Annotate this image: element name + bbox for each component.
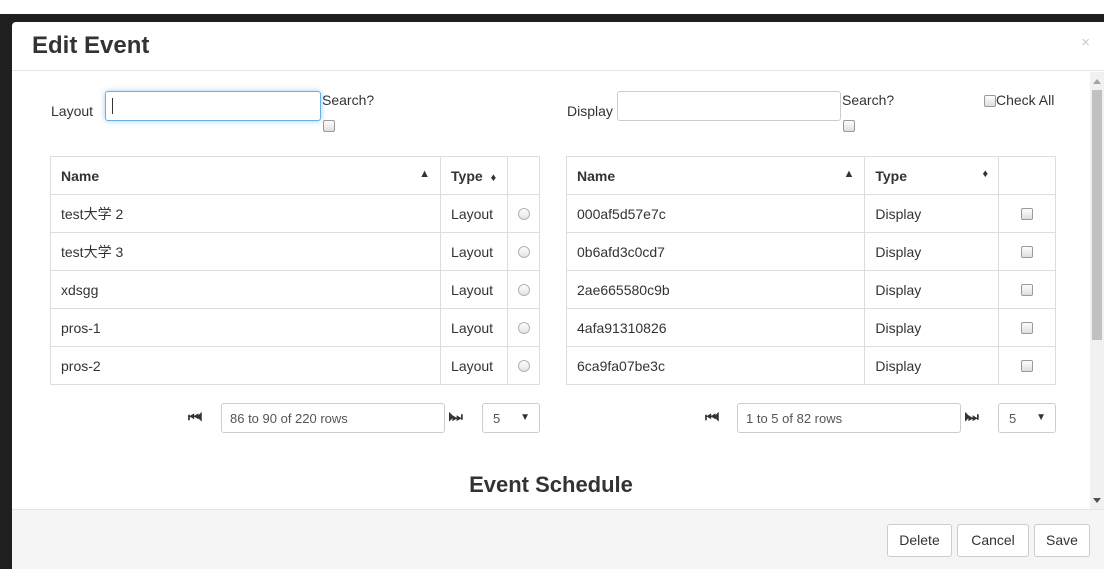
column-header-type-label: Type bbox=[451, 167, 483, 184]
first-prev-page-icon[interactable]: ⏮⏴ bbox=[188, 410, 203, 425]
table-row[interactable]: 2ae665580c9b Display bbox=[565, 270, 1056, 309]
row-select-checkbox[interactable] bbox=[1021, 283, 1034, 296]
edit-event-modal: Edit Event × Layout Search? Name ▲ Type … bbox=[12, 22, 1104, 569]
table-row[interactable]: 0b6afd3c0cd7 Display bbox=[565, 232, 1056, 271]
modal-header: Edit Event × bbox=[12, 22, 1104, 71]
modal-scrollbar[interactable] bbox=[1090, 72, 1104, 509]
table-row[interactable]: pros-1 Layout bbox=[49, 308, 540, 347]
display-type-cell: Display bbox=[864, 270, 1000, 309]
layout-table: Name ▲ Type ♦ test大学 2 Layout test大学 3 L… bbox=[49, 156, 540, 385]
display-search-label: Search? bbox=[842, 92, 895, 108]
display-table: Name ▲ Type ♦ 000af5d57e7c Display 0b6af… bbox=[565, 156, 1056, 385]
row-select-radio[interactable] bbox=[517, 283, 530, 296]
display-type-cell: Display bbox=[864, 232, 1000, 271]
display-type-cell: Display bbox=[864, 346, 1000, 385]
next-last-page-icon[interactable]: ⏵⏭ bbox=[448, 410, 463, 425]
next-last-page-icon[interactable]: ⏵⏭ bbox=[964, 410, 979, 425]
row-select-checkbox[interactable] bbox=[1021, 321, 1034, 334]
display-filter-label: Display bbox=[567, 103, 613, 119]
text-caret bbox=[112, 98, 113, 114]
layout-search-checkbox[interactable] bbox=[323, 120, 335, 132]
table-header-row: Name ▲ Type ♦ bbox=[565, 156, 1056, 195]
cancel-button[interactable]: Cancel bbox=[957, 524, 1029, 557]
modal-title: Edit Event bbox=[32, 32, 150, 59]
row-select-radio[interactable] bbox=[517, 207, 530, 220]
sort-both-icon: ♦ bbox=[490, 171, 497, 184]
table-row[interactable]: 000af5d57e7c Display bbox=[565, 194, 1056, 233]
display-type-cell: Display bbox=[864, 308, 1000, 347]
layout-type-cell: Layout bbox=[440, 308, 509, 347]
display-name-cell: 4afa91310826 bbox=[565, 308, 866, 347]
display-name-cell: 2ae665580c9b bbox=[565, 270, 866, 309]
display-pager: ⏮⏴ 1 to 5 of 82 rows ⏵⏭ 5 ▼ bbox=[566, 403, 1056, 433]
layout-page-size-select[interactable]: 5 ▼ bbox=[482, 403, 540, 433]
page-size-value: 5 bbox=[493, 411, 501, 426]
layout-pager: ⏮⏴ 86 to 90 of 220 rows ⏵⏭ 5 ▼ bbox=[50, 403, 540, 433]
display-search-checkbox[interactable] bbox=[843, 120, 855, 132]
sort-both-icon: ♦ bbox=[982, 167, 989, 180]
table-row[interactable]: 6ca9fa07be3c Display bbox=[565, 346, 1056, 385]
save-button[interactable]: Save bbox=[1034, 524, 1090, 557]
row-select-checkbox[interactable] bbox=[1021, 359, 1034, 372]
layout-type-cell: Layout bbox=[440, 194, 509, 233]
layout-type-cell: Layout bbox=[440, 232, 509, 271]
display-filter-input[interactable] bbox=[617, 91, 841, 121]
close-icon[interactable]: × bbox=[1081, 34, 1090, 51]
layout-name-cell: pros-1 bbox=[49, 308, 442, 347]
layout-name-cell: pros-2 bbox=[49, 346, 442, 385]
layout-filter-label: Layout bbox=[51, 103, 94, 119]
column-header-type-label: Type bbox=[875, 167, 907, 184]
display-page-size-select[interactable]: 5 ▼ bbox=[998, 403, 1056, 433]
table-row[interactable]: xdsgg Layout bbox=[49, 270, 540, 309]
chevron-down-icon: ▼ bbox=[1036, 412, 1046, 423]
page-size-value: 5 bbox=[1009, 411, 1017, 426]
first-prev-page-icon[interactable]: ⏮⏴ bbox=[705, 410, 720, 425]
row-select-radio[interactable] bbox=[517, 359, 530, 372]
layout-filter-input[interactable] bbox=[105, 91, 321, 121]
column-header-name-label: Name bbox=[61, 167, 100, 184]
row-select-radio[interactable] bbox=[517, 321, 530, 334]
check-all-label: Check All bbox=[996, 92, 1055, 108]
delete-button[interactable]: Delete bbox=[887, 524, 952, 557]
table-row[interactable]: test大学 3 Layout bbox=[49, 232, 540, 271]
display-type-cell: Display bbox=[864, 194, 1000, 233]
layout-pager-info: 86 to 90 of 220 rows bbox=[221, 403, 445, 433]
column-header-name-label: Name bbox=[577, 167, 616, 184]
row-select-checkbox[interactable] bbox=[1021, 245, 1034, 258]
table-row[interactable]: test大学 2 Layout bbox=[49, 194, 540, 233]
column-header-name[interactable]: Name ▲ bbox=[565, 156, 866, 195]
event-schedule-heading: Event Schedule bbox=[469, 472, 633, 497]
display-name-cell: 0b6afd3c0cd7 bbox=[565, 232, 866, 271]
column-header-select bbox=[507, 156, 540, 195]
table-row[interactable]: pros-2 Layout bbox=[49, 346, 540, 385]
scroll-down-icon[interactable] bbox=[1093, 498, 1101, 503]
scroll-up-icon[interactable] bbox=[1093, 79, 1101, 84]
chevron-down-icon: ▼ bbox=[520, 412, 530, 423]
display-pager-info: 1 to 5 of 82 rows bbox=[737, 403, 961, 433]
modal-body: Layout Search? Name ▲ Type ♦ test大学 2 La… bbox=[12, 72, 1090, 509]
table-row[interactable]: 4afa91310826 Display bbox=[565, 308, 1056, 347]
column-header-select bbox=[998, 156, 1056, 195]
row-select-checkbox[interactable] bbox=[1021, 207, 1034, 220]
row-select-radio[interactable] bbox=[517, 245, 530, 258]
column-header-type[interactable]: Type ♦ bbox=[440, 156, 509, 195]
modal-footer: Delete Cancel Save bbox=[12, 509, 1104, 569]
layout-name-cell: xdsgg bbox=[49, 270, 442, 309]
layout-type-cell: Layout bbox=[440, 346, 509, 385]
sort-asc-icon: ▲ bbox=[843, 167, 855, 180]
layout-search-label: Search? bbox=[322, 92, 375, 108]
display-name-cell: 6ca9fa07be3c bbox=[565, 346, 866, 385]
layout-name-cell: test大学 2 bbox=[49, 194, 442, 233]
scroll-thumb[interactable] bbox=[1092, 90, 1102, 340]
layout-name-cell: test大学 3 bbox=[49, 232, 442, 271]
page-backdrop bbox=[0, 0, 1104, 14]
column-header-name[interactable]: Name ▲ bbox=[49, 156, 442, 195]
sort-asc-icon: ▲ bbox=[419, 167, 431, 180]
column-header-type[interactable]: Type ♦ bbox=[864, 156, 1000, 195]
display-name-cell: 000af5d57e7c bbox=[565, 194, 866, 233]
check-all-checkbox[interactable] bbox=[984, 95, 996, 107]
table-header-row: Name ▲ Type ♦ bbox=[49, 156, 540, 195]
layout-type-cell: Layout bbox=[440, 270, 509, 309]
